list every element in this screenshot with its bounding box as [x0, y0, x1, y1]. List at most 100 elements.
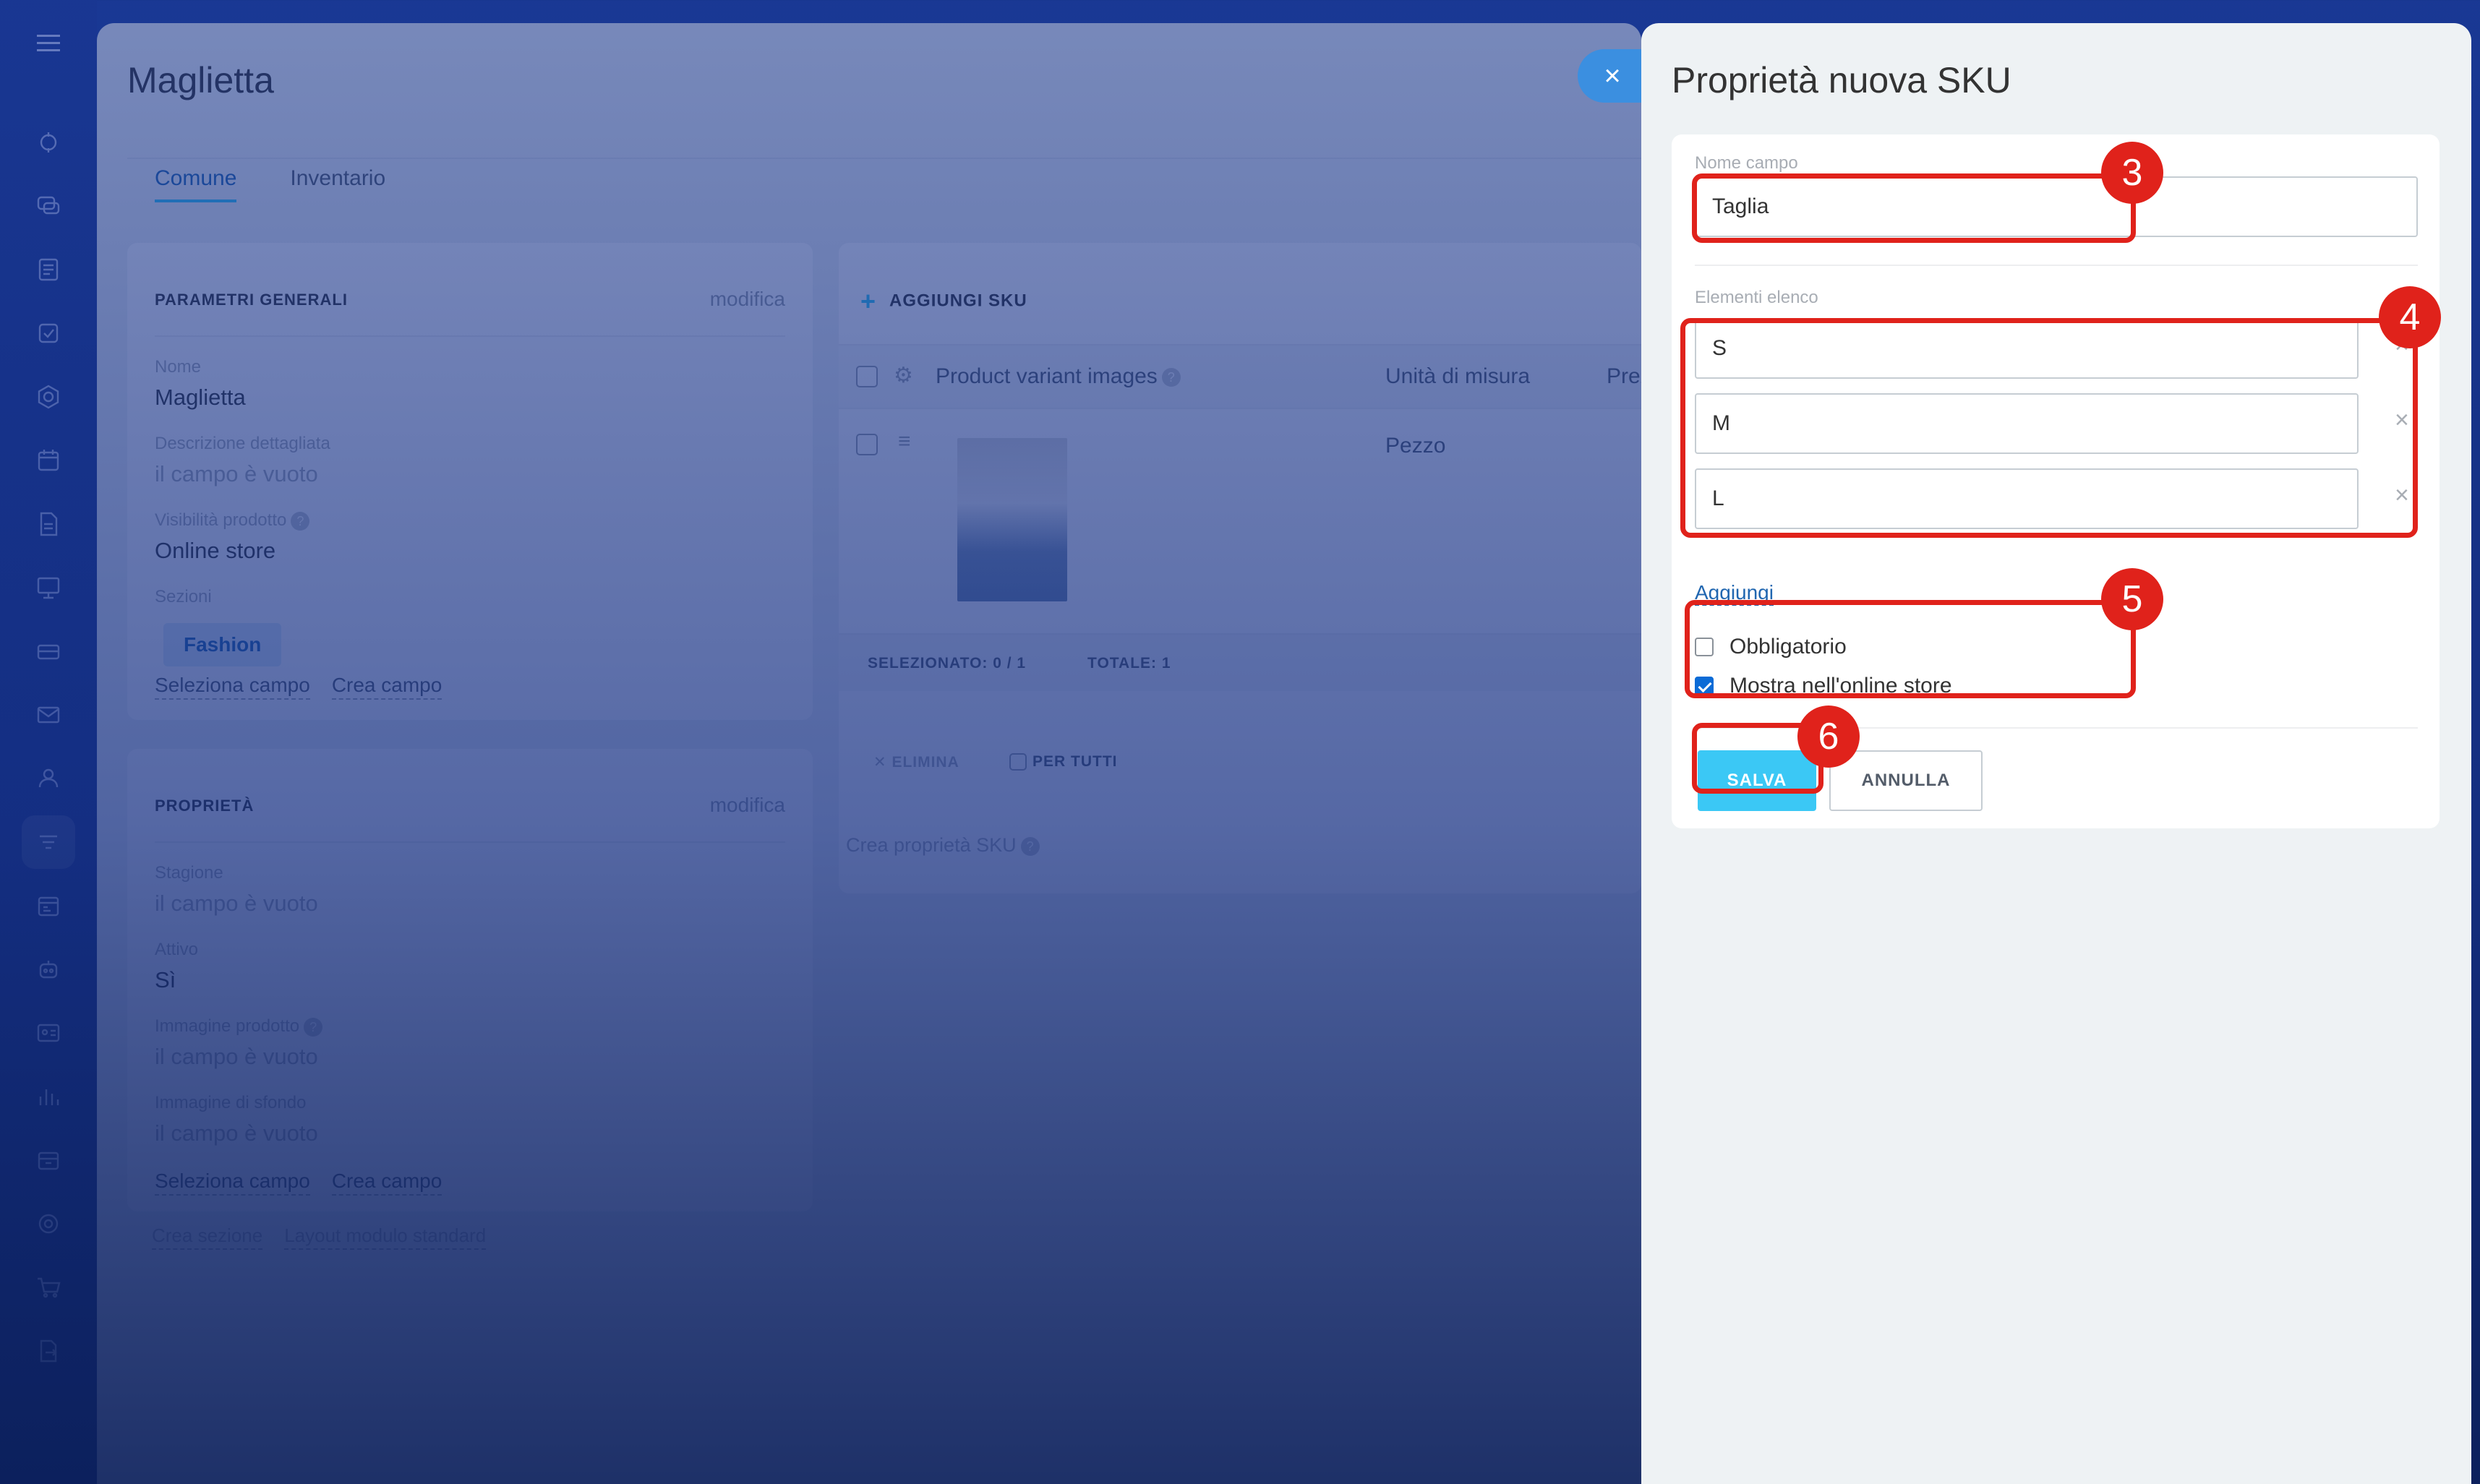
contact-card-icon[interactable]: [22, 1006, 75, 1060]
divider: [155, 335, 785, 337]
tab-bar: Comune Inventario: [155, 166, 385, 202]
gear-icon[interactable]: ⚙: [894, 363, 913, 388]
select-all-checkbox[interactable]: [856, 366, 878, 387]
slider-title: Proprietà nuova SKU: [1672, 60, 2011, 100]
for-all-label: PER TUTTI: [1032, 753, 1118, 770]
sku-grid-footer: SELEZIONATO: 0 / 1 TOTALE: 1: [839, 633, 1641, 691]
presentation-icon[interactable]: [22, 561, 75, 614]
total-value: 1: [1161, 655, 1171, 672]
page-title: Maglietta: [127, 60, 274, 100]
field-value: Online store: [155, 538, 276, 563]
column-header-label: Product variant images: [936, 364, 1158, 388]
tab-comune[interactable]: Comune: [155, 166, 237, 202]
unit-cell: Pezzo: [1385, 434, 1446, 458]
product-image[interactable]: [957, 438, 1067, 601]
for-all-checkbox[interactable]: [1009, 753, 1027, 771]
drag-handle-icon[interactable]: ≡: [898, 429, 911, 454]
annotation-badge: 6: [1797, 705, 1860, 768]
field-label: Nome: [155, 357, 202, 377]
field-value: il campo è vuoto: [155, 1120, 318, 1146]
column-header[interactable]: Unità di misura: [1385, 364, 1530, 389]
divider: [155, 841, 785, 843]
field-label: Sezioni: [155, 587, 212, 606]
slider-close-button[interactable]: ×: [1578, 49, 1647, 103]
hexagon-icon[interactable]: [22, 370, 75, 424]
field-value: il campo è vuoto: [155, 891, 318, 916]
section-chip[interactable]: Fashion: [163, 623, 282, 666]
field-value: il campo è vuoto: [155, 461, 318, 486]
divider: [1695, 265, 2418, 266]
plus-icon: +: [860, 286, 877, 316]
field-value: Sì: [155, 967, 176, 992]
help-icon[interactable]: ?: [304, 1017, 323, 1037]
document-icon[interactable]: [22, 497, 75, 551]
store-icon[interactable]: [22, 625, 75, 678]
list-items-label: Elementi elenco: [1695, 288, 1818, 307]
column-header[interactable]: Product variant images?: [936, 364, 1181, 389]
sku-panel: + AGGIUNGI SKU ⚙ Product variant images? …: [839, 243, 1641, 893]
sku-grid-header: ⚙ Product variant images? Unità di misur…: [839, 344, 1641, 409]
field-label: Descrizione dettagliata: [155, 434, 330, 453]
target-icon[interactable]: [22, 1197, 75, 1251]
create-field-link[interactable]: Crea campo: [331, 1170, 442, 1196]
robot-icon[interactable]: [22, 943, 75, 996]
archive-icon[interactable]: [22, 1133, 75, 1187]
help-icon[interactable]: ?: [1161, 368, 1181, 387]
properties-panel: PROPRIETÀ modifica Stagione il campo è v…: [127, 749, 813, 1211]
add-sku-label: AGGIUNGI SKU: [889, 291, 1027, 311]
total-count: TOTALE: 1: [1087, 655, 1171, 672]
schedule-icon[interactable]: [22, 879, 75, 932]
left-sidebar: [0, 0, 97, 1484]
form-footer-links: Crea sezione Layout modulo standard: [152, 1224, 487, 1250]
select-field-link[interactable]: Seleziona campo: [155, 1170, 310, 1196]
activity-icon[interactable]: [22, 116, 75, 169]
select-field-link[interactable]: Seleziona campo: [155, 674, 310, 700]
field-label-text: Visibilità prodotto: [155, 510, 287, 530]
field-name-label: Nome campo: [1695, 153, 1798, 173]
chart-icon[interactable]: [22, 1070, 75, 1123]
total-label: TOTALE:: [1087, 655, 1158, 672]
annotation-badge: 3: [2101, 142, 2163, 204]
field-actions: Seleziona campo Crea campo: [155, 674, 442, 700]
panel-title: PROPRIETÀ: [155, 797, 255, 815]
cancel-button[interactable]: ANNULLA: [1829, 750, 1983, 811]
field-value: Maglietta: [155, 385, 246, 410]
export-icon[interactable]: [22, 1324, 75, 1378]
row-checkbox[interactable]: [856, 434, 878, 455]
field-value: il campo è vuoto: [155, 1044, 318, 1069]
create-sku-property-link[interactable]: Crea proprietà SKU?: [846, 834, 1040, 857]
chat-icon[interactable]: [22, 179, 75, 233]
for-all-toggle[interactable]: PER TUTTI: [1009, 753, 1118, 771]
users-icon[interactable]: [22, 752, 75, 805]
cart-icon[interactable]: [22, 1261, 75, 1314]
column-header[interactable]: Prez: [1607, 364, 1641, 389]
help-icon[interactable]: ?: [291, 511, 310, 531]
create-field-link[interactable]: Crea campo: [331, 674, 442, 700]
field-actions: Seleziona campo Crea campo: [155, 1170, 442, 1196]
menu-icon[interactable]: [22, 16, 75, 69]
help-icon[interactable]: ?: [1020, 836, 1040, 856]
delete-button[interactable]: ✕ ELIMINA: [873, 753, 959, 771]
add-sku-button[interactable]: + AGGIUNGI SKU: [860, 286, 1027, 317]
field-label-text: Immagine prodotto: [155, 1016, 300, 1036]
edit-link[interactable]: modifica: [710, 288, 785, 311]
funnel-icon[interactable]: [22, 815, 75, 869]
annotation-highlight: [1692, 173, 2136, 243]
field-label: Immagine di sfondo: [155, 1093, 307, 1112]
create-section-link[interactable]: Crea sezione: [152, 1224, 263, 1250]
field-label: Visibilità prodotto?: [155, 510, 310, 531]
annotation-highlight: [1680, 318, 2418, 538]
tasks-icon[interactable]: [22, 306, 75, 360]
mail-icon[interactable]: [22, 688, 75, 742]
feed-icon[interactable]: [22, 243, 75, 296]
edit-link[interactable]: modifica: [710, 794, 785, 817]
tab-inventario[interactable]: Inventario: [290, 166, 385, 202]
annotation-badge: 4: [2379, 286, 2441, 348]
selected-label: SELEZIONATO:: [868, 655, 988, 672]
delete-label: ELIMINA: [891, 754, 959, 771]
selected-value: 0 / 1: [993, 655, 1027, 672]
close-icon: ✕: [873, 754, 892, 771]
field-label: Immagine prodotto?: [155, 1016, 323, 1037]
standard-layout-link[interactable]: Layout modulo standard: [284, 1224, 487, 1250]
calendar-icon[interactable]: [22, 434, 75, 487]
